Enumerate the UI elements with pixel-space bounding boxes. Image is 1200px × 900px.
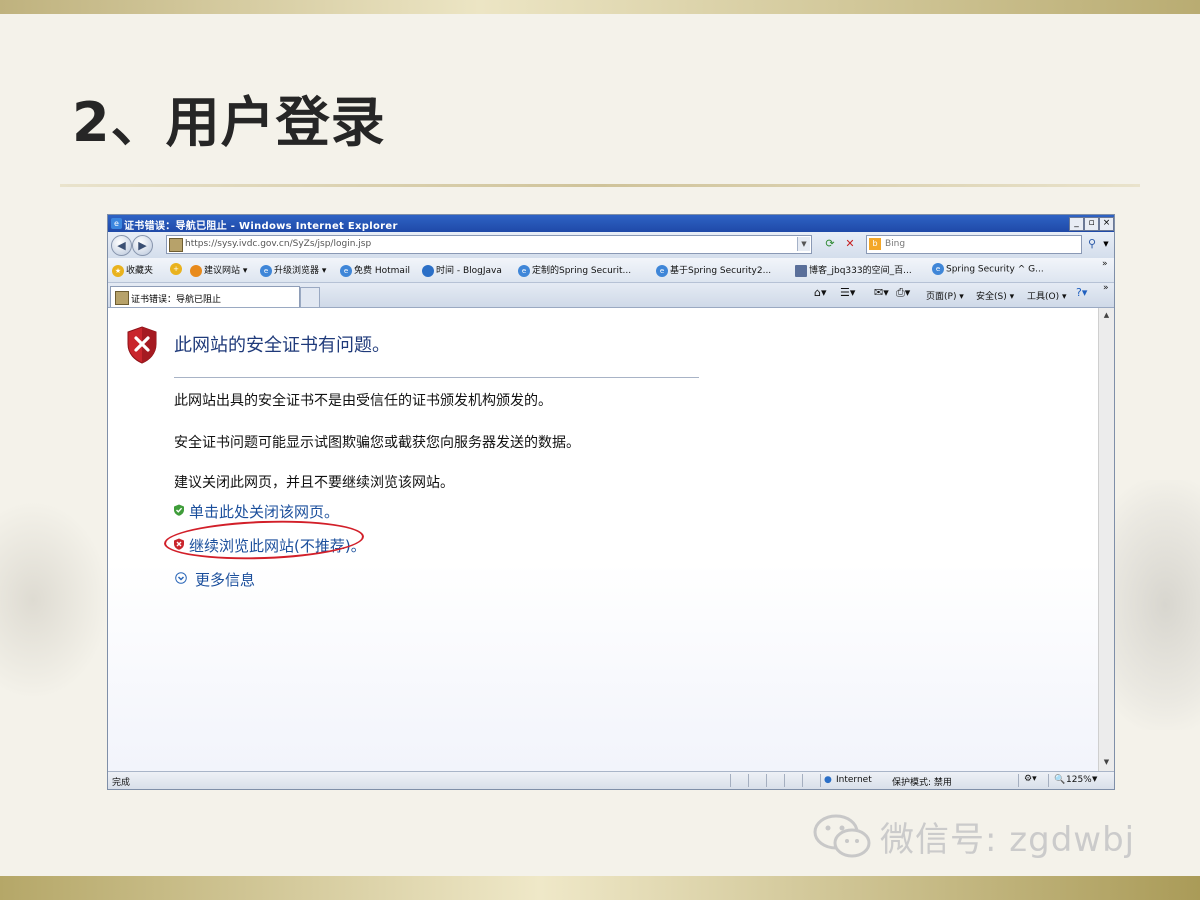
favorite-item-blog-space[interactable]: 博客_jbq333的空间_百...	[795, 263, 912, 277]
tab-title: 证书错误：导航已阻止	[131, 295, 222, 305]
home-icon[interactable]: ⌂▾	[814, 286, 827, 299]
scroll-down-icon[interactable]: ▼	[1101, 757, 1112, 768]
error-paragraph-1: 此网站出具的安全证书不是由受信任的证书颁发机构颁发的。	[174, 393, 552, 409]
status-text: 完成	[112, 778, 131, 788]
ie-window: e 证书错误：导航已阻止 - Windows Internet Explorer…	[107, 214, 1115, 790]
ie-page-icon: e	[656, 264, 668, 277]
globe-icon: ●	[824, 775, 832, 785]
favorite-item-upgrade-browser[interactable]: e 升级浏览器 ▾	[260, 263, 326, 277]
forward-button[interactable]: ▶	[132, 235, 153, 256]
search-placeholder: Bing	[885, 239, 906, 249]
protected-mode-status[interactable]: 保护模式: 禁用	[892, 775, 952, 788]
bing-logo-icon: b	[869, 238, 881, 250]
page-content: 此网站的安全证书有问题。 此网站出具的安全证书不是由受信任的证书颁发机构颁发的。…	[108, 308, 1098, 771]
background-decoration-left	[0, 500, 110, 700]
cert-error-page-icon	[169, 238, 183, 252]
wechat-logo-icon	[813, 814, 871, 858]
favorite-item-suggested-sites[interactable]: 建议网站 ▾	[190, 263, 247, 277]
favorites-button[interactable]: ★ 收藏夹	[112, 263, 153, 277]
stop-icon[interactable]: ✕	[842, 236, 858, 252]
address-bar[interactable]: https://sysy.ivdc.gov.cn/SyZs/jsp/login.…	[166, 235, 812, 254]
heading-divider	[174, 377, 699, 378]
globe-icon	[422, 264, 434, 277]
close-button[interactable]: ×	[1099, 217, 1114, 231]
page-menu[interactable]: 页面(P) ▾	[926, 289, 964, 302]
slide-top-band	[0, 0, 1200, 14]
minimize-button[interactable]: _	[1069, 217, 1084, 231]
ie-page-icon: e	[932, 263, 944, 275]
title-divider	[60, 184, 1140, 187]
url-text: https://sysy.ivdc.gov.cn/SyZs/jsp/login.…	[185, 239, 372, 249]
window-title-bar[interactable]: e 证书错误：导航已阻止 - Windows Internet Explorer…	[108, 215, 1114, 232]
print-icon[interactable]: ⎙▾	[896, 286, 910, 300]
status-bar: 完成 ● Internet 保护模式: 禁用 ⚙▾ 🔍 125% ▼	[108, 771, 1114, 789]
expand-chevron-icon	[175, 572, 187, 584]
vertical-scrollbar[interactable]: ▲ ▼	[1098, 308, 1114, 771]
ie-page-icon: e	[340, 264, 352, 277]
add-to-favorites-icon[interactable]: +	[170, 263, 184, 275]
favorites-label: 收藏夹	[126, 266, 154, 276]
star-icon: ★	[112, 264, 124, 277]
help-icon[interactable]: ?▾	[1076, 286, 1087, 299]
slide-title: 2、用户登录	[72, 91, 386, 154]
error-heading: 此网站的安全证书有问题。	[174, 335, 390, 356]
address-dropdown-button[interactable]: ▼	[797, 237, 810, 251]
new-tab-button[interactable]	[300, 287, 320, 308]
zoom-dropdown[interactable]: ▼	[1092, 775, 1097, 783]
error-paragraph-2: 安全证书问题可能显示试图欺骗您或截获您向服务器发送的数据。	[174, 435, 580, 451]
refresh-icon[interactable]: ⟳	[822, 236, 838, 252]
window-title: 证书错误：导航已阻止 - Windows Internet Explorer	[124, 221, 398, 232]
favorites-bar: ★ 收藏夹 + 建议网站 ▾ e 升级浏览器 ▾ e 免费 Hotmail 时间 - …	[108, 258, 1114, 283]
chevron-more-icon[interactable]: »	[1102, 259, 1108, 269]
mail-icon[interactable]: ✉▾	[874, 286, 889, 299]
zoom-level[interactable]: 125%	[1066, 775, 1092, 785]
blog-page-icon	[795, 264, 807, 277]
ie-page-icon: e	[518, 264, 530, 277]
cert-error-page-icon	[115, 291, 129, 305]
favorite-item-blogjava[interactable]: 时间 - BlogJava	[422, 263, 502, 277]
scroll-up-icon[interactable]: ▲	[1101, 310, 1112, 321]
maximize-button[interactable]: ▫	[1084, 217, 1099, 231]
zone-options-icon[interactable]: ⚙▾	[1024, 774, 1037, 784]
chevron-more-icon[interactable]: »	[1103, 283, 1109, 293]
close-webpage-link[interactable]: 单击此处关闭该网页。	[189, 501, 339, 522]
address-bar-row: ◀ ▶ https://sysy.ivdc.gov.cn/SyZs/jsp/lo…	[108, 232, 1114, 258]
search-options-dropdown[interactable]: ▼	[1098, 236, 1114, 252]
tools-menu[interactable]: 工具(O) ▾	[1027, 289, 1067, 302]
tab-command-row: 证书错误：导航已阻止 ⌂▾ ☰▾ ✉▾ ⎙▾ 页面(P) ▾ 安全(S) ▾ 工…	[108, 283, 1114, 308]
search-box[interactable]: b Bing	[866, 235, 1082, 254]
shield-error-icon	[127, 326, 157, 364]
error-paragraph-3: 建议关闭此网页，并且不要继续浏览该网站。	[174, 475, 454, 491]
zoom-icon: 🔍	[1054, 775, 1066, 785]
favorite-item-spring-security-custom[interactable]: e 定制的Spring Securit...	[518, 263, 631, 277]
more-information-link[interactable]: 更多信息	[195, 569, 255, 590]
back-button[interactable]: ◀	[111, 235, 132, 256]
ie-logo-icon: e	[111, 218, 122, 229]
slide-bottom-band	[0, 876, 1200, 900]
security-zone: Internet	[836, 775, 872, 785]
favorite-item-spring-security2[interactable]: e 基于Spring Security2...	[656, 263, 771, 277]
green-shield-icon	[174, 504, 184, 516]
feeds-icon[interactable]: ☰▾	[840, 286, 855, 299]
favorite-item-spring-security-g[interactable]: e Spring Security ^ G...	[932, 263, 1044, 275]
ie-page-icon: e	[260, 264, 272, 277]
safety-menu[interactable]: 安全(S) ▾	[976, 289, 1014, 302]
suggested-sites-icon	[190, 264, 202, 277]
wechat-watermark: 微信号: zgdwbj	[880, 820, 1136, 860]
tab-cert-error[interactable]: 证书错误：导航已阻止	[110, 286, 300, 307]
favorite-item-hotmail[interactable]: e 免费 Hotmail	[340, 263, 410, 277]
